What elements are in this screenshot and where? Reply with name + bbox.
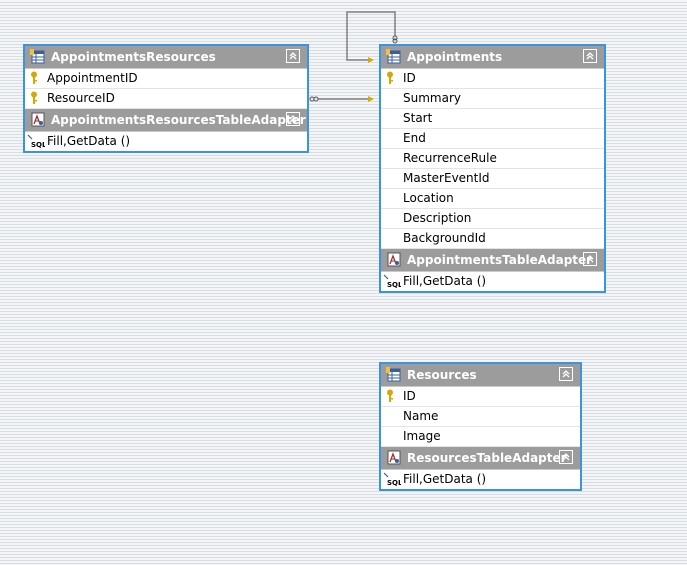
sql-query-icon: SQL bbox=[383, 274, 401, 289]
table-icon bbox=[386, 367, 401, 382]
column-name: Summary bbox=[403, 91, 461, 105]
appointments-resources-header[interactable]: AppointmentsResources bbox=[25, 46, 307, 69]
svg-text:SQL: SQL bbox=[31, 141, 45, 149]
column-row[interactable]: Summary bbox=[381, 89, 604, 109]
sql-query-icon: SQL bbox=[383, 472, 401, 487]
appointments-resources-adapter-header[interactable]: AppointmentsResourcesTableAdapter bbox=[25, 109, 307, 132]
collapse-chevron-icon bbox=[562, 370, 570, 378]
relation-key-end bbox=[368, 96, 374, 102]
collapse-chevron-icon bbox=[289, 52, 297, 60]
resources-header[interactable]: Resources bbox=[381, 364, 580, 387]
adapter-method-row[interactable]: SQL Fill,GetData () bbox=[381, 272, 604, 291]
adapter-title: ResourcesTableAdapter bbox=[407, 451, 567, 465]
adapter-method-row[interactable]: SQL Fill,GetData () bbox=[381, 470, 580, 489]
resources-adapter-header[interactable]: ResourcesTableAdapter bbox=[381, 447, 580, 470]
adapter-method: Fill,GetData () bbox=[403, 274, 487, 288]
column-name: Name bbox=[403, 409, 439, 423]
svg-text:SQL: SQL bbox=[387, 479, 401, 487]
column-name: MasterEventId bbox=[403, 171, 490, 185]
column-name: ID bbox=[403, 71, 416, 85]
adapter-title: AppointmentsTableAdapter bbox=[407, 253, 593, 267]
column-row[interactable]: BackgroundId bbox=[381, 229, 604, 249]
table-icon bbox=[30, 49, 45, 64]
column-name: Image bbox=[403, 429, 441, 443]
table-adapter-icon bbox=[31, 112, 45, 127]
column-name: RecurrenceRule bbox=[403, 151, 497, 165]
column-row[interactable]: AppointmentID bbox=[25, 69, 307, 89]
adapter-method-row[interactable]: SQL Fill,GetData () bbox=[25, 132, 307, 151]
table-title: Appointments bbox=[407, 50, 503, 64]
primary-key-icon bbox=[387, 71, 393, 84]
column-row[interactable]: Description bbox=[381, 209, 604, 229]
collapse-chevron-icon bbox=[562, 453, 570, 461]
primary-key-icon bbox=[31, 71, 37, 84]
column-row[interactable]: ResourceID bbox=[25, 89, 307, 109]
column-row[interactable]: MasterEventId bbox=[381, 169, 604, 189]
table-title: Resources bbox=[407, 368, 477, 382]
relation-many-end bbox=[392, 35, 398, 41]
collapse-chevron-icon bbox=[586, 255, 594, 263]
collapse-button[interactable] bbox=[559, 367, 573, 381]
column-row[interactable]: Image bbox=[381, 427, 580, 447]
column-name: Start bbox=[403, 111, 433, 125]
table-title: AppointmentsResources bbox=[51, 50, 216, 64]
column-row[interactable]: ID bbox=[381, 69, 604, 89]
collapse-chevron-icon bbox=[586, 52, 594, 60]
relation-many-end bbox=[392, 38, 398, 44]
column-row[interactable]: Start bbox=[381, 109, 604, 129]
adapter-method: Fill,GetData () bbox=[403, 472, 487, 486]
table-adapter-icon bbox=[387, 252, 401, 267]
column-row[interactable]: End bbox=[381, 129, 604, 149]
column-row[interactable]: Name bbox=[381, 407, 580, 427]
table-icon bbox=[386, 49, 401, 64]
appointments-table[interactable]: Appointments ID Summary Start End Recurr… bbox=[379, 44, 606, 293]
sql-query-icon: SQL bbox=[27, 134, 45, 149]
collapse-chevron-icon bbox=[289, 115, 297, 123]
table-adapter-icon bbox=[387, 450, 401, 465]
column-name: End bbox=[403, 131, 426, 145]
column-row[interactable]: RecurrenceRule bbox=[381, 149, 604, 169]
column-name: Description bbox=[403, 211, 472, 225]
column-name: AppointmentID bbox=[47, 71, 138, 85]
column-name: ResourceID bbox=[47, 91, 115, 105]
adapter-method: Fill,GetData () bbox=[47, 134, 131, 148]
column-row[interactable]: Location bbox=[381, 189, 604, 209]
relation-many-end bbox=[313, 96, 319, 102]
collapse-button[interactable] bbox=[583, 252, 597, 266]
relation-many-end bbox=[309, 96, 315, 102]
collapse-button[interactable] bbox=[559, 450, 573, 464]
appointments-resources-table[interactable]: AppointmentsResources AppointmentID Reso… bbox=[23, 44, 309, 153]
collapse-button[interactable] bbox=[583, 49, 597, 63]
resources-table[interactable]: Resources ID Name Image ResourcesTableAd… bbox=[379, 362, 582, 491]
appointments-header[interactable]: Appointments bbox=[381, 46, 604, 69]
primary-key-icon bbox=[387, 389, 393, 402]
column-name: Location bbox=[403, 191, 454, 205]
collapse-button[interactable] bbox=[286, 112, 300, 126]
appointments-adapter-header[interactable]: AppointmentsTableAdapter bbox=[381, 249, 604, 272]
column-row[interactable]: ID bbox=[381, 387, 580, 407]
column-name: ID bbox=[403, 389, 416, 403]
adapter-title: AppointmentsResourcesTableAdapter bbox=[51, 113, 306, 127]
relation-key-end bbox=[368, 57, 374, 63]
primary-key-icon bbox=[31, 91, 37, 104]
column-name: BackgroundId bbox=[403, 231, 486, 245]
collapse-button[interactable] bbox=[286, 49, 300, 63]
svg-text:SQL: SQL bbox=[387, 281, 401, 289]
